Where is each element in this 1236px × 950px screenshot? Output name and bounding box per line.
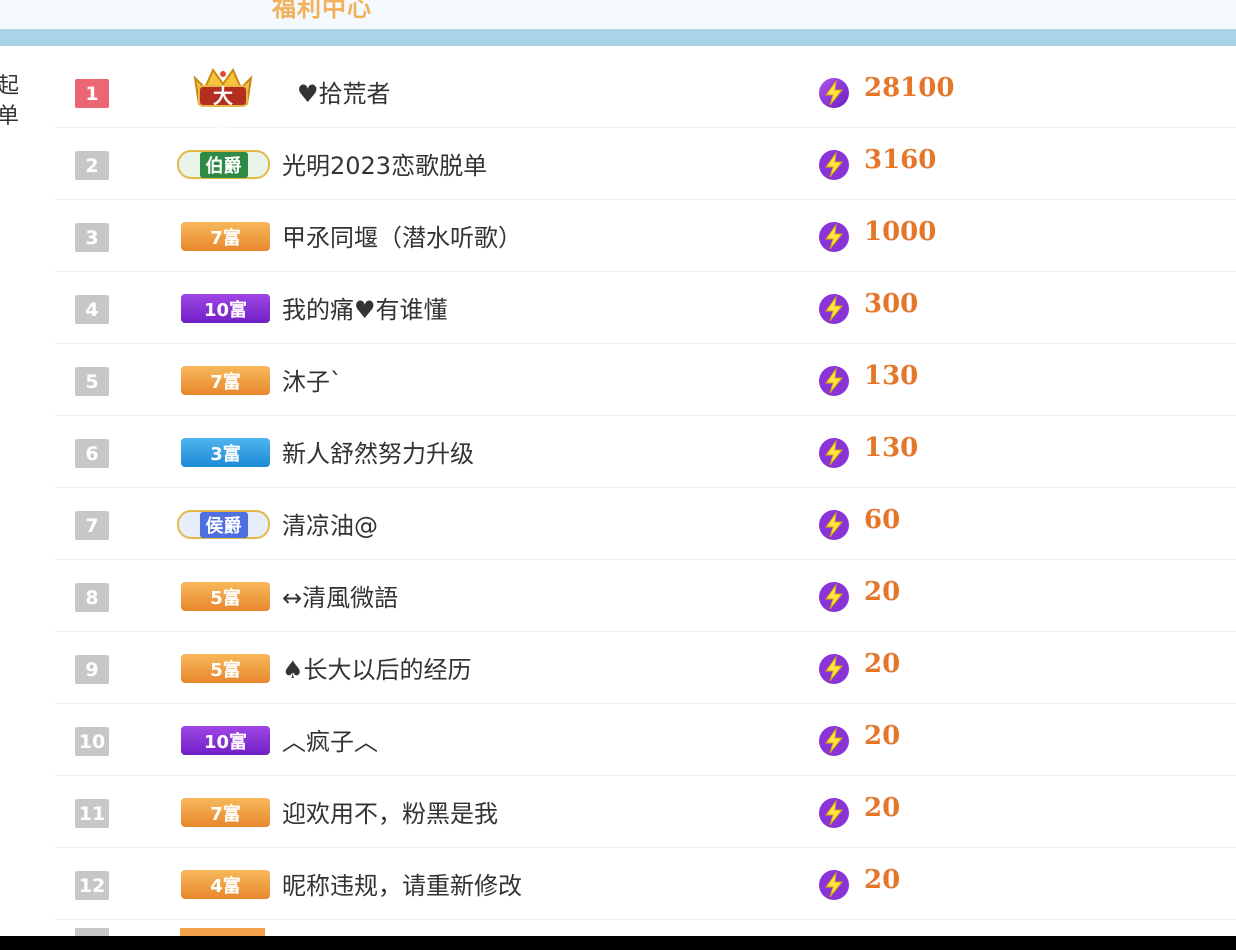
- lightning-bolt-icon: [819, 726, 849, 756]
- score-value: 1000: [864, 217, 937, 247]
- rank-number: 4: [75, 295, 109, 324]
- ranking-row[interactable]: 9 5富 ♠长大以后的经历 20: [55, 632, 1236, 704]
- lightning-bolt-icon: [819, 654, 849, 684]
- lightning-bolt-icon: [819, 150, 849, 180]
- score-value: 130: [864, 433, 919, 463]
- wealth-badge: 10富: [181, 294, 270, 323]
- emperor-badge: 大帝: [175, 64, 271, 137]
- score-value: 60: [864, 505, 901, 535]
- wealth-badge: 10富: [181, 726, 270, 755]
- score-value: 28100: [864, 73, 955, 103]
- marquis-badge: 侯爵: [177, 510, 270, 539]
- user-name[interactable]: ♠长大以后的经历: [282, 650, 472, 685]
- wealth-badge: 3富: [181, 438, 270, 467]
- wealth-badge: 7富: [181, 366, 270, 395]
- ranking-row[interactable]: 3 7富 甲氶同堰（潜水听歌） 1000: [55, 200, 1236, 272]
- ranking-row[interactable]: 2 伯爵 光明2023恋歌脱单 3160: [55, 128, 1236, 200]
- baron-badge: 伯爵: [177, 150, 270, 179]
- rank-number: 3: [75, 223, 109, 252]
- ranking-row[interactable]: 7 侯爵 清凉油@ 60: [55, 488, 1236, 560]
- score-value: 300: [864, 289, 919, 319]
- user-name[interactable]: 迎欢用不，粉黑是我: [282, 794, 498, 829]
- user-name[interactable]: 新人舒然努力升级: [282, 434, 474, 469]
- rank-number: 1: [75, 79, 109, 108]
- score-value: 3160: [864, 145, 937, 175]
- rank-number: 11: [75, 799, 109, 828]
- rank-number-peek: [75, 928, 109, 936]
- rank-number: 10: [75, 727, 109, 756]
- user-name[interactable]: 甲氶同堰（潜水听歌）: [282, 218, 522, 253]
- wealth-badge-peek: [180, 928, 265, 936]
- rank-number: 7: [75, 511, 109, 540]
- lightning-bolt-icon: [819, 582, 849, 612]
- badge-label: 伯爵: [199, 151, 248, 178]
- user-name[interactable]: 沐子`: [282, 362, 342, 397]
- lightning-bolt-icon: [819, 510, 849, 540]
- score-value: 20: [864, 721, 901, 751]
- rank-number: 9: [75, 655, 109, 684]
- badge-label: 侯爵: [199, 511, 248, 538]
- screen-bottom-edge: [0, 936, 1236, 950]
- rank-number: 6: [75, 439, 109, 468]
- score-value: 20: [864, 649, 901, 679]
- user-name[interactable]: ♥拾荒者: [297, 74, 391, 109]
- ranking-list: 1 大帝 ♥拾荒者 28100 2 伯爵 光明2023恋歌脱单 3160 3 7…: [55, 56, 1236, 920]
- wealth-badge: 7富: [181, 222, 270, 251]
- ranking-row[interactable]: 12 4富 昵称违规，请重新修改 20: [55, 848, 1236, 920]
- rank-number: 5: [75, 367, 109, 396]
- rank-number: 2: [75, 151, 109, 180]
- ranking-row[interactable]: 11 7富 迎欢用不，粉黑是我 20: [55, 776, 1236, 848]
- ranking-row[interactable]: 6 3富 新人舒然努力升级 130: [55, 416, 1236, 488]
- ranking-row[interactable]: 5 7富 沐子` 130: [55, 344, 1236, 416]
- header-divider-bar: [0, 29, 1236, 46]
- user-name[interactable]: 光明2023恋歌脱单: [282, 146, 487, 181]
- score-value: 20: [864, 577, 901, 607]
- score-value: 130: [864, 361, 919, 391]
- lightning-bolt-icon: [819, 366, 849, 396]
- lightning-bolt-icon: [819, 222, 849, 252]
- lightning-bolt-icon: [819, 294, 849, 324]
- rank-number: 8: [75, 583, 109, 612]
- left-panel-sliver: 起 单: [0, 72, 28, 132]
- lightning-bolt-icon: [819, 870, 849, 900]
- rank-number: 12: [75, 871, 109, 900]
- header-strip: 福利中心: [0, 0, 1236, 29]
- user-name[interactable]: ↔清風微語: [282, 578, 398, 613]
- left-panel-text: 单: [0, 104, 20, 129]
- user-name[interactable]: 我的痛♥有谁懂: [282, 290, 448, 325]
- ranking-row[interactable]: 10 10富 ︿疯子︿ 20: [55, 704, 1236, 776]
- wealth-badge: 7富: [181, 798, 270, 827]
- ranking-row[interactable]: 8 5富 ↔清風微語 20: [55, 560, 1236, 632]
- lightning-bolt-icon: [819, 798, 849, 828]
- wealth-badge: 5富: [181, 582, 270, 611]
- score-value: 20: [864, 865, 901, 895]
- ranking-row[interactable]: 4 10富 我的痛♥有谁懂 300: [55, 272, 1236, 344]
- left-panel-text: 起: [0, 74, 20, 99]
- user-name[interactable]: 昵称违规，请重新修改: [282, 866, 522, 901]
- wealth-badge: 4富: [181, 870, 270, 899]
- user-name[interactable]: ︿疯子︿: [282, 722, 378, 757]
- lightning-bolt-icon: [819, 78, 849, 108]
- ranking-row[interactable]: 1 大帝 ♥拾荒者 28100: [55, 56, 1236, 137]
- next-row-peek: [75, 928, 375, 936]
- wealth-badge: 5富: [181, 654, 270, 683]
- page-title[interactable]: 福利中心: [272, 0, 372, 23]
- user-name[interactable]: 清凉油@: [282, 506, 378, 541]
- score-value: 20: [864, 793, 901, 823]
- lightning-bolt-icon: [819, 438, 849, 468]
